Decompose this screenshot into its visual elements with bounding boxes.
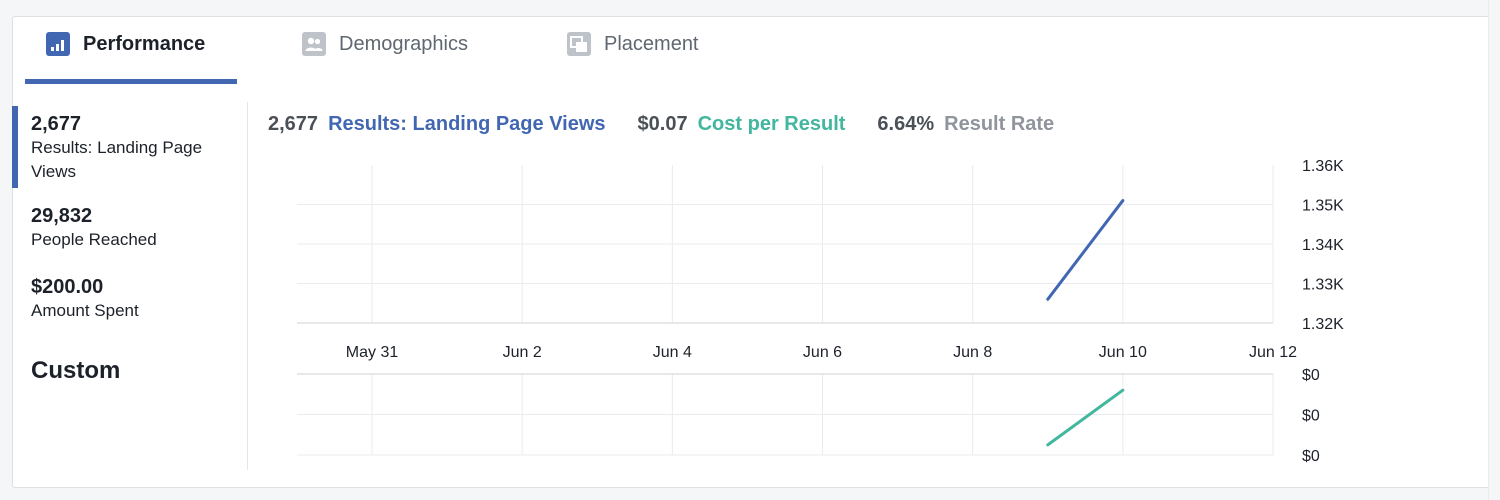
y-tick-label: $0 (1302, 448, 1320, 465)
x-tick-label: Jun 12 (1249, 344, 1297, 361)
performance-chart: May 31 Jun 2 Jun 4 Jun 6 Jun 8 Jun 10 Jun 12 1.… (297, 158, 1344, 465)
page-scrollbar[interactable] (1488, 0, 1500, 500)
x-tick-label: Jun 8 (953, 344, 992, 361)
x-tick-label: May 31 (346, 344, 399, 361)
y-tick-label: 1.36K (1302, 158, 1344, 175)
cost-series-line (1046, 388, 1125, 447)
y-tick-label: 1.32K (1302, 316, 1344, 333)
x-tick-label: Jun 4 (653, 344, 692, 361)
x-tick-label: Jun 6 (803, 344, 842, 361)
results-series-line (1046, 199, 1125, 301)
y-tick-label: 1.34K (1302, 237, 1344, 254)
y-tick-label: $0 (1302, 367, 1320, 384)
y-tick-label: 1.35K (1302, 198, 1344, 215)
x-tick-label: Jun 2 (503, 344, 542, 361)
x-tick-label: Jun 10 (1099, 344, 1147, 361)
y-tick-label: 1.33K (1302, 277, 1344, 294)
y-tick-label: $0 (1302, 408, 1320, 425)
